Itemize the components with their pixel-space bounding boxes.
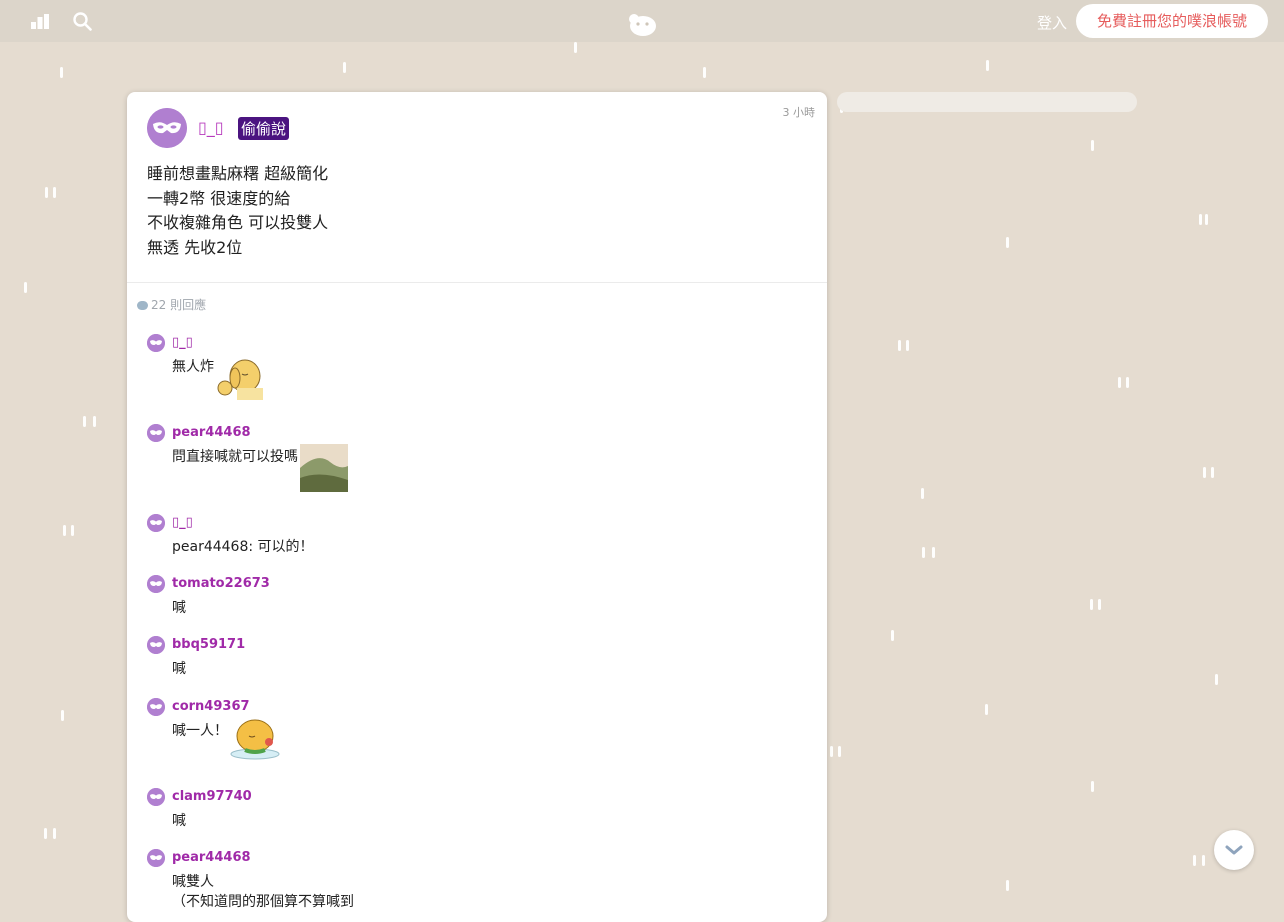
rain-drop bbox=[1118, 377, 1121, 388]
rain-drop bbox=[61, 710, 64, 721]
rain-drop bbox=[1211, 467, 1214, 478]
reply-count-label: 22 則回應 bbox=[151, 298, 207, 312]
rain-drop bbox=[83, 416, 86, 427]
post-line: 一轉2幣 很速度的給 bbox=[147, 188, 291, 208]
rain-drop bbox=[53, 187, 56, 198]
anonymous-mask-avatar[interactable] bbox=[147, 514, 165, 532]
post-timestamp: 3 小時 bbox=[782, 106, 816, 119]
reply-text: 無人炸 bbox=[172, 359, 214, 375]
comment-bubble-icon bbox=[137, 301, 148, 310]
rain-drop bbox=[93, 416, 96, 427]
reply-text: pear44468: 可以的！ bbox=[172, 539, 314, 555]
anonymous-mask-avatar[interactable] bbox=[147, 108, 187, 148]
rain-drop bbox=[932, 547, 935, 558]
rain-drop bbox=[1126, 377, 1129, 388]
login-link[interactable]: 登入 bbox=[1037, 12, 1067, 33]
rain-drop bbox=[1202, 855, 1205, 866]
rain-drop bbox=[985, 704, 988, 715]
reply-text: 喊 bbox=[172, 813, 186, 829]
rain-drop bbox=[343, 62, 346, 73]
reply-text: 喊雙人 bbox=[172, 874, 214, 890]
rain-drop bbox=[1205, 214, 1208, 225]
chick-sticker[interactable] bbox=[229, 712, 281, 762]
anonymous-mask-avatar[interactable] bbox=[147, 788, 165, 806]
reply-username[interactable]: ▯_▯ bbox=[172, 515, 193, 530]
reply-text: 喊一人！ bbox=[172, 723, 228, 739]
anonymous-mask-avatar[interactable] bbox=[147, 636, 165, 654]
rain-drop bbox=[898, 340, 901, 351]
rain-drop bbox=[44, 828, 47, 839]
rain-drop bbox=[53, 828, 56, 839]
reply-text-continued: （不知道問的那個算不算喊到 bbox=[172, 894, 354, 910]
reply-text: 問直接喊就可以投嗎 bbox=[172, 449, 298, 465]
post-line: 不收複雜角色 可以投雙人 bbox=[147, 213, 329, 232]
reply-username[interactable]: bbq59171 bbox=[172, 637, 245, 652]
rain-drop bbox=[1006, 237, 1009, 248]
rain-drop bbox=[838, 746, 841, 757]
reply-text: 喊 bbox=[172, 600, 186, 616]
reply-count: 22 則回應 bbox=[137, 296, 206, 313]
rain-drop bbox=[1090, 599, 1093, 610]
rain-drop bbox=[1203, 467, 1206, 478]
whisper-badge: 偷偷說 bbox=[238, 117, 290, 140]
signup-button[interactable]: 免費註冊您的噗浪帳號 bbox=[1076, 4, 1268, 38]
rain-drop bbox=[891, 630, 894, 641]
chevron-down-icon bbox=[1225, 845, 1243, 855]
rain-drop bbox=[60, 67, 63, 78]
dog-thumbs-up-sticker[interactable] bbox=[215, 354, 267, 402]
post-line: 無透 先收2位 bbox=[147, 237, 243, 257]
top-bar: 登入 免費註冊您的噗浪帳號 bbox=[0, 0, 1284, 42]
reply-username[interactable]: clam97740 bbox=[172, 789, 252, 804]
anonymous-mask-avatar[interactable] bbox=[147, 849, 165, 867]
rain-drop bbox=[986, 60, 989, 71]
rain-drop bbox=[1091, 140, 1094, 151]
rain-drop bbox=[45, 187, 48, 198]
rain-drop bbox=[906, 340, 909, 351]
divider bbox=[127, 282, 827, 283]
anonymous-mask-avatar[interactable] bbox=[147, 575, 165, 593]
plurk-post-card: ▯_▯ 偷偷說 3 小時 睡前想畫點麻糬 超級簡化 一轉2幣 很速度的給 不收複… bbox=[127, 92, 827, 922]
anonymous-mask-avatar[interactable] bbox=[147, 698, 165, 716]
rain-drop bbox=[703, 67, 706, 78]
reply-username[interactable]: pear44468 bbox=[172, 425, 251, 440]
post-content: 睡前想畫點麻糬 超級簡化 一轉2幣 很速度的給 不收複雜角色 可以投雙人 無透 … bbox=[147, 162, 328, 260]
reply-username[interactable]: ▯_▯ bbox=[172, 335, 193, 350]
rain-drop bbox=[921, 488, 924, 499]
rain-drop bbox=[1215, 674, 1218, 685]
landscape-thumbnail[interactable] bbox=[300, 444, 348, 492]
plurk-logo-icon[interactable] bbox=[626, 11, 658, 37]
rain-drop bbox=[574, 42, 577, 53]
rain-drop bbox=[24, 282, 27, 293]
rain-drop bbox=[63, 525, 66, 536]
rain-drop bbox=[1199, 214, 1202, 225]
reply-username[interactable]: tomato22673 bbox=[172, 576, 270, 591]
post-username[interactable]: ▯_▯ bbox=[198, 118, 224, 137]
sidebar-skeleton-placeholder bbox=[837, 92, 1137, 112]
rain-drop bbox=[1091, 781, 1094, 792]
rain-drop bbox=[71, 525, 74, 536]
post-line: 睡前想畫點麻糬 超級簡化 bbox=[147, 164, 329, 183]
search-icon[interactable] bbox=[72, 11, 92, 31]
reply-username[interactable]: pear44468 bbox=[172, 850, 251, 865]
reply-text: 喊 bbox=[172, 661, 186, 677]
rain-drop bbox=[922, 547, 925, 558]
rain-drop bbox=[1098, 599, 1101, 610]
anonymous-mask-avatar[interactable] bbox=[147, 334, 165, 352]
anonymous-mask-avatar[interactable] bbox=[147, 424, 165, 442]
rain-drop bbox=[830, 746, 833, 757]
stats-icon[interactable] bbox=[30, 11, 50, 31]
rain-drop bbox=[1006, 880, 1009, 891]
scroll-down-button[interactable] bbox=[1214, 830, 1254, 870]
rain-drop bbox=[1193, 855, 1196, 866]
